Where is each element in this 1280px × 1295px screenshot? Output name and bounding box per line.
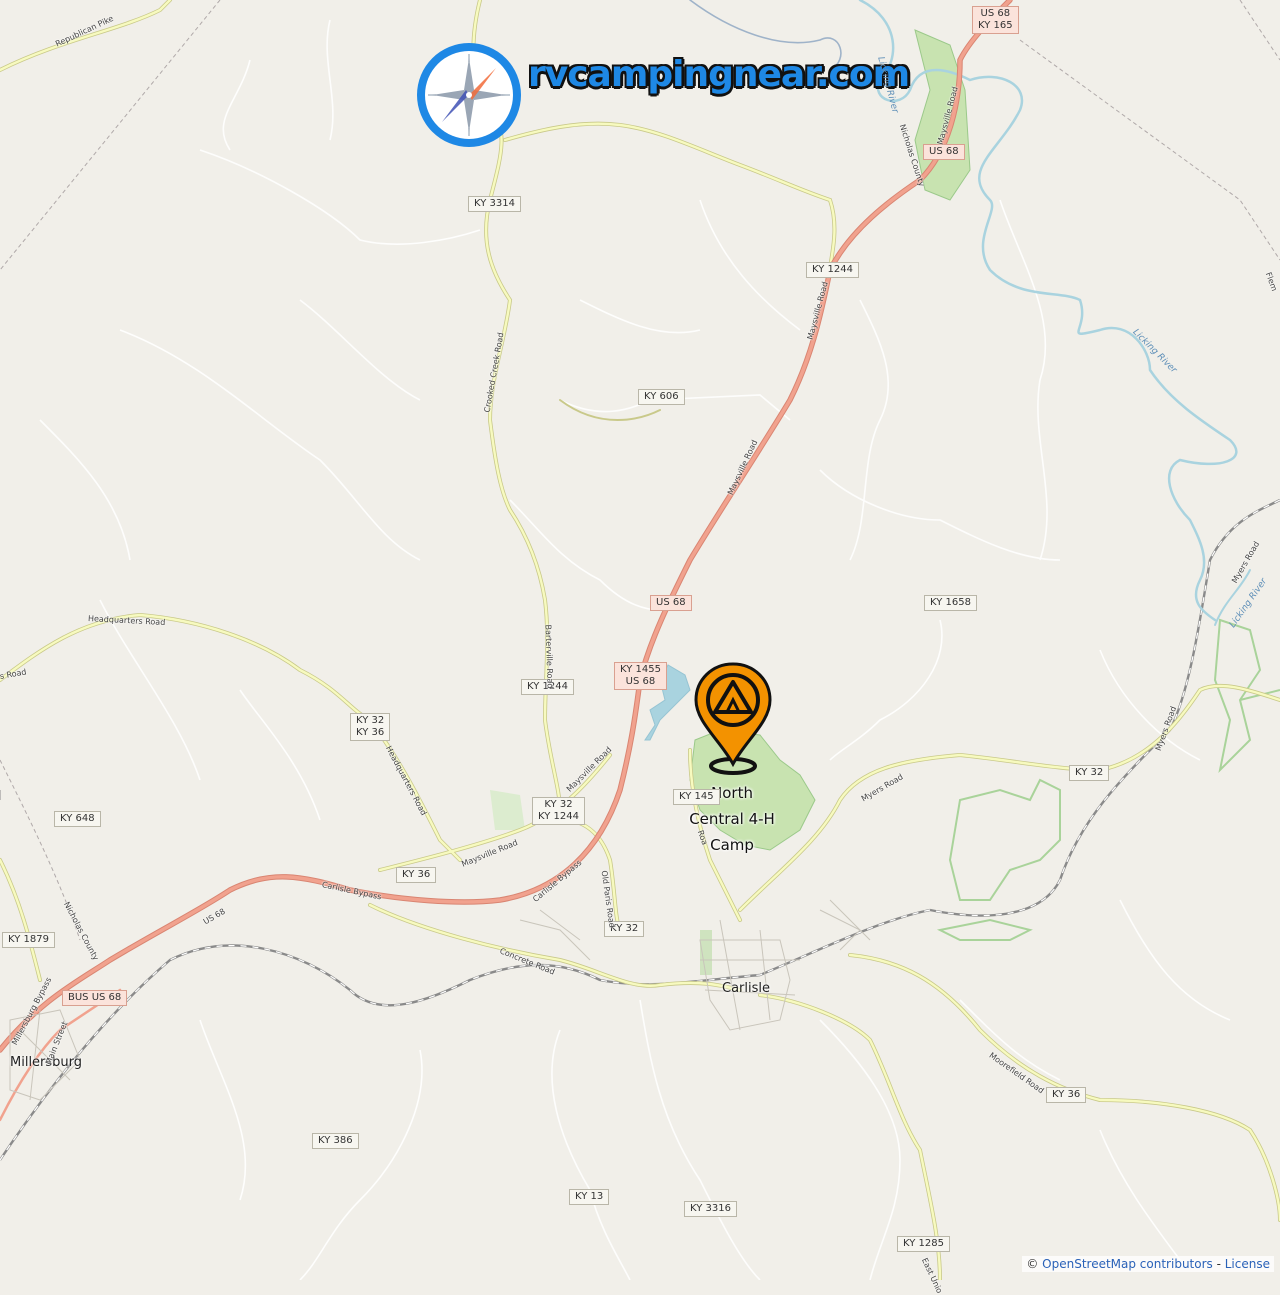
shield-us68-ky165: US 68 KY 165	[972, 6, 1019, 34]
shield-ky648: KY 648	[54, 811, 101, 827]
shield-ky36-west: KY 36	[396, 867, 437, 883]
license-link[interactable]: License	[1225, 1257, 1270, 1271]
camp-name-line3: Camp	[710, 836, 754, 854]
compass-icon	[417, 43, 521, 147]
shield-ky32-ky36: KY 32 KY 36	[350, 713, 391, 741]
map-canvas[interactable]: rvcampingnear.com North Central 4-H Camp…	[0, 0, 1280, 1295]
secondary-roads-fill	[0, 0, 1280, 1280]
map-attribution: © OpenStreetMap contributors - License	[1022, 1256, 1274, 1272]
camping-tent-pin-icon	[694, 662, 772, 775]
shield-ky145: KY 145	[673, 789, 720, 805]
shield-ky3316: KY 3316	[684, 1201, 737, 1217]
shield-ky1244-north: KY 1244	[806, 262, 859, 278]
shield-ky32-east: KY 32	[1069, 765, 1110, 781]
map-tiles	[0, 0, 1280, 1280]
shield-ky36-east: KY 36	[1046, 1087, 1087, 1103]
shield-ky1658: KY 1658	[924, 595, 977, 611]
shield-ky32-ky1244: KY 32 KY 1244	[532, 797, 585, 825]
park-boundaries	[936, 618, 1280, 941]
camp-name-line2: Central 4-H	[689, 810, 775, 828]
shield-ky606: KY 606	[638, 389, 685, 405]
shield-ky13: KY 13	[569, 1189, 610, 1205]
shield-ky1285: KY 1285	[897, 1236, 950, 1252]
attribution-separator: -	[1212, 1257, 1225, 1271]
copyright-symbol: ©	[1026, 1257, 1039, 1271]
shield-ky1455-us68: KY 1455 US 68	[614, 662, 667, 690]
shield-ky3314: KY 3314	[468, 196, 521, 212]
osm-contributors-link[interactable]: OpenStreetMap contributors	[1042, 1257, 1213, 1271]
brand-wordmark: rvcampingnear.com	[528, 54, 910, 95]
secondary-roads	[0, 0, 1280, 1280]
shield-ky386: KY 386	[312, 1133, 359, 1149]
shield-us68-mid: US 68	[650, 595, 692, 611]
shield-ky1879: KY 1879	[2, 932, 55, 948]
shield-us68-north: US 68	[923, 144, 965, 160]
place-carlisle[interactable]: Carlisle	[722, 981, 770, 996]
shield-bus-us68: BUS US 68	[62, 990, 128, 1006]
